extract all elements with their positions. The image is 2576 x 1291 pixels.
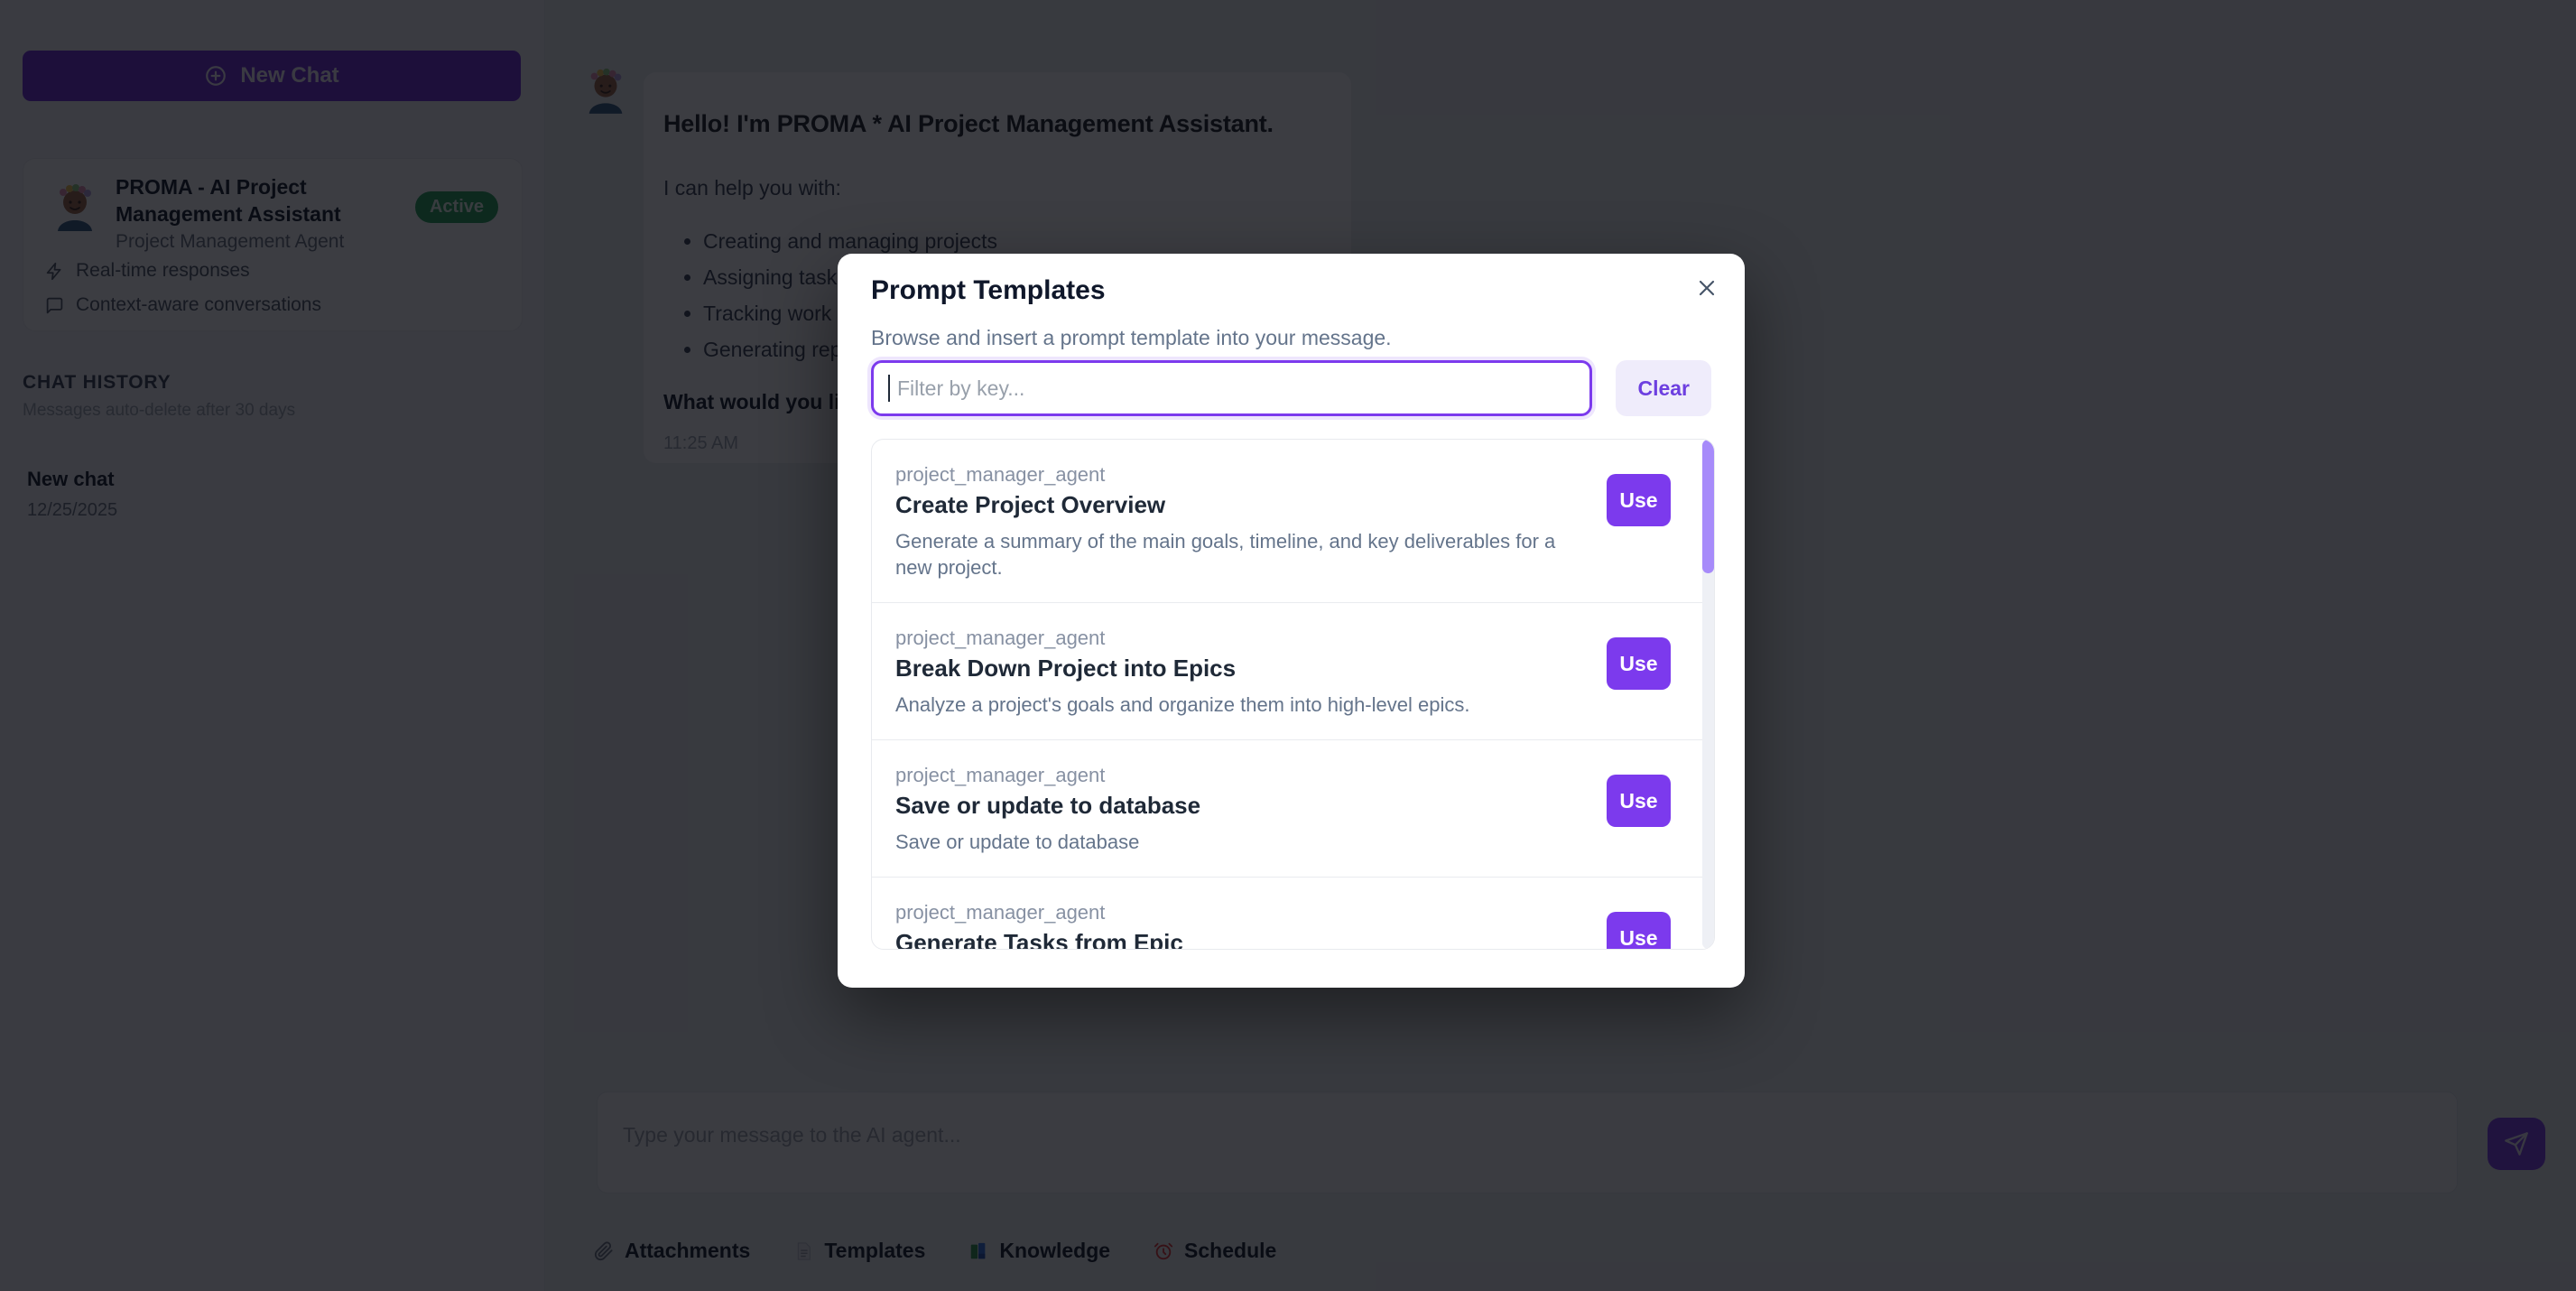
template-title: Create Project Overview <box>895 490 1615 519</box>
template-item: project_manager_agent Save or update to … <box>872 740 1714 878</box>
modal-subtitle: Browse and insert a prompt template into… <box>871 326 1392 350</box>
close-icon <box>1696 277 1718 299</box>
filter-input-wrap <box>871 360 1592 416</box>
template-list: project_manager_agent Create Project Ove… <box>871 439 1715 950</box>
template-item: project_manager_agent Break Down Project… <box>872 603 1714 740</box>
template-key: project_manager_agent <box>895 463 1615 487</box>
close-button[interactable] <box>1691 272 1723 304</box>
text-caret <box>888 375 890 402</box>
template-key: project_manager_agent <box>895 764 1615 787</box>
scrollbar-thumb[interactable] <box>1702 440 1714 573</box>
template-title: Generate Tasks from Epic <box>895 928 1615 950</box>
clear-button[interactable]: Clear <box>1616 360 1711 416</box>
use-button[interactable]: Use <box>1607 912 1671 950</box>
modal-title: Prompt Templates <box>871 275 1106 306</box>
template-key: project_manager_agent <box>895 901 1615 924</box>
template-title: Break Down Project into Epics <box>895 654 1615 683</box>
filter-input[interactable] <box>871 360 1592 416</box>
template-item: project_manager_agent Generate Tasks fro… <box>872 878 1714 950</box>
template-description: Save or update to database <box>895 829 1581 855</box>
use-button[interactable]: Use <box>1607 637 1671 690</box>
template-description: Generate a summary of the main goals, ti… <box>895 528 1581 580</box>
scrollbar-track[interactable] <box>1702 440 1714 949</box>
template-key: project_manager_agent <box>895 627 1615 650</box>
prompt-templates-modal: Prompt Templates Browse and insert a pro… <box>838 254 1745 988</box>
use-button[interactable]: Use <box>1607 775 1671 827</box>
template-title: Save or update to database <box>895 791 1615 820</box>
use-button[interactable]: Use <box>1607 474 1671 526</box>
template-item: project_manager_agent Create Project Ove… <box>872 440 1714 603</box>
filter-row: Clear <box>871 360 1711 416</box>
template-description: Analyze a project's goals and organize t… <box>895 692 1581 718</box>
